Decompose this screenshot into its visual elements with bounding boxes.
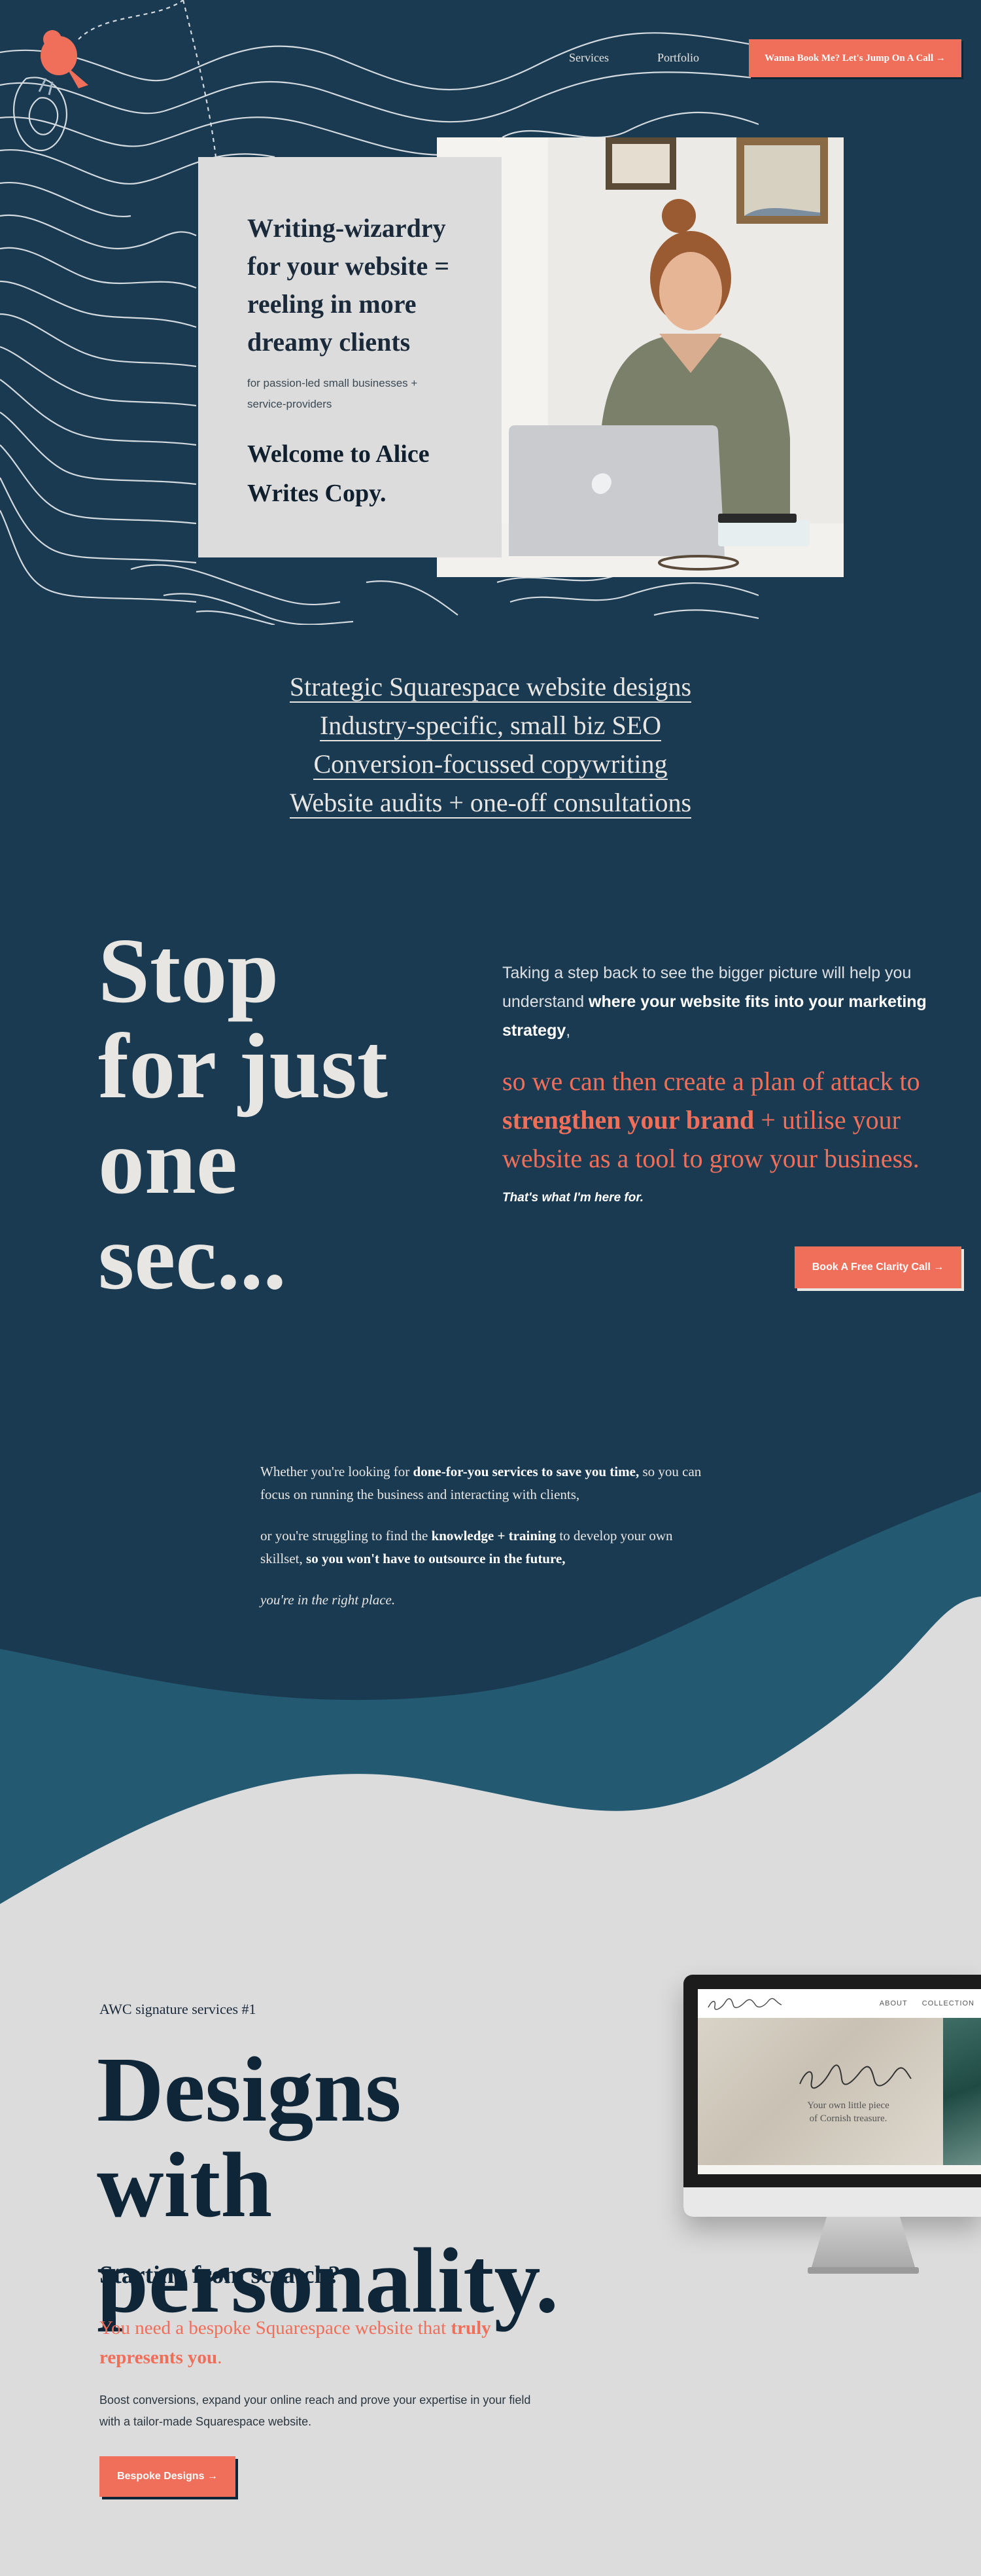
stop-intro: Taking a step back to see the bigger pic… [502, 959, 944, 1045]
intro-text: or you're struggling to find the [260, 1528, 432, 1544]
mockup-side-image [943, 2018, 981, 2165]
stop-coral-statement: so we can then create a plan of attack t… [502, 1062, 944, 1178]
intro-paragraph-2: or you're struggling to find the knowled… [260, 1525, 718, 1570]
stop-coral-bold: strengthen your brand [502, 1105, 755, 1135]
stop-copy: Taking a step back to see the bigger pic… [502, 959, 944, 1205]
clarity-call-button[interactable]: Book A Free Clarity Call → [795, 1246, 961, 1288]
hero-card: Writing-wizardry for your website = reel… [198, 157, 502, 557]
intro-paragraph-1: Whether you're looking for done-for-you … [260, 1460, 718, 1506]
stop-intro-end: , [566, 1021, 571, 1040]
service-link-copywriting[interactable]: Conversion-focussed copywriting [0, 745, 981, 783]
service-link-label: Website audits + one-off consultations [289, 788, 692, 819]
hero-subline: for passion-led small businesses + servi… [247, 377, 418, 410]
top-nav: Services Portfolio Wanna Book Me? Let's … [0, 39, 981, 79]
intro-text: Whether you're looking for [260, 1464, 413, 1479]
mockup-nav-about: ABOUT [879, 2000, 908, 2007]
services-link-list: Strategic Squarespace website designs In… [0, 667, 981, 822]
stop-title: Stop for just one sec... [98, 919, 388, 1309]
nav-portfolio-link[interactable]: Portfolio [657, 51, 699, 65]
hero-section: Services Portfolio Wanna Book Me? Let's … [0, 0, 981, 625]
signature-coral-statement: You need a bespoke Squarespace website t… [99, 2314, 531, 2373]
signature-kicker: AWC signature services #1 [99, 2001, 256, 2017]
service-link-label: Industry-specific, small biz SEO [319, 711, 662, 741]
service-link-squarespace[interactable]: Strategic Squarespace website designs [0, 667, 981, 706]
intro-paragraph-3: you're in the right place. [260, 1592, 396, 1608]
signature-body: Boost conversions, expand your online re… [99, 2393, 531, 2428]
monitor-stand [811, 2217, 916, 2269]
nav-services-link[interactable]: Services [569, 51, 609, 65]
service-link-seo[interactable]: Industry-specific, small biz SEO [0, 706, 981, 745]
hero-headline: Writing-wizardry for your website = reel… [247, 213, 450, 357]
signature-subtitle: Starting from scratch? [99, 2261, 341, 2289]
mockup-tagline: Your own little piece of Cornish treasur… [807, 2100, 889, 2124]
service-link-audits[interactable]: Website audits + one-off consultations [0, 783, 981, 822]
bespoke-designs-button[interactable]: Bespoke Designs → [99, 2456, 235, 2497]
hero-welcome: Welcome to Alice Writes Copy. [247, 440, 430, 507]
mockup-hero-image [698, 2018, 981, 2165]
intro-bold: so you won't have to outsource in the fu… [306, 1551, 566, 1566]
intro-copy: Whether you're looking for done-for-you … [260, 1460, 718, 1630]
intro-bold: knowledge + training [431, 1528, 557, 1544]
stop-coral-text: so we can then create a plan of attack t… [502, 1067, 920, 1096]
intro-bold: done-for-you services to save you time, [413, 1464, 640, 1479]
mockup-signature-logo [708, 1998, 782, 2010]
signature-coral-end: . [217, 2347, 222, 2368]
monitor-base [808, 2267, 919, 2274]
service-link-label: Conversion-focussed copywriting [313, 749, 668, 780]
mockup-nav-collections: COLLECTION [921, 2000, 974, 2007]
monitor-mockup: ABOUT COLLECTION Your own little piece o… [683, 1975, 981, 2282]
service-link-label: Strategic Squarespace website designs [289, 672, 692, 703]
signature-coral-text: You need a bespoke Squarespace website t… [99, 2318, 451, 2338]
book-call-nav-button[interactable]: Wanna Book Me? Let's Jump On A Call → [749, 39, 961, 77]
monitor-screen: ABOUT COLLECTION Your own little piece o… [698, 1989, 981, 2174]
stop-here-text: That's what I'm here for. [502, 1191, 644, 1205]
monitor-chin [683, 2187, 981, 2217]
mockup-script-title [799, 2064, 912, 2089]
